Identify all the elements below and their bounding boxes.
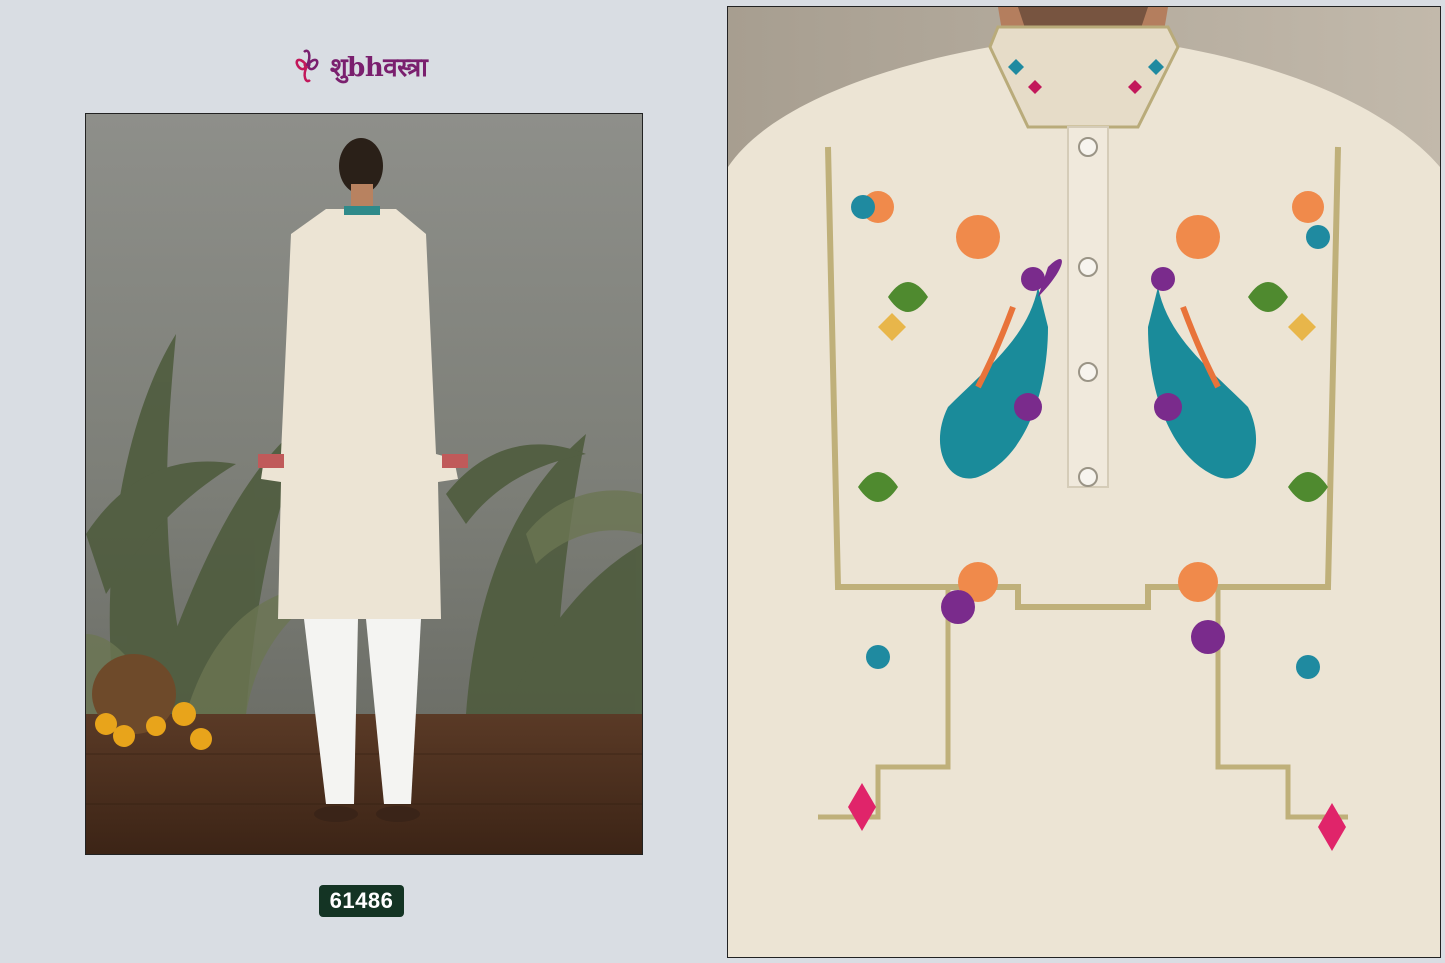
brand-logo: शुbhवस्त्रा [290,38,440,94]
brand-name: शुbhवस्त्रा [330,53,428,83]
model-back-view-photo [85,113,643,855]
design-code-badge: 61486 [319,885,404,917]
swirl-logo-icon [295,49,319,83]
embroidered-kurta-closeup-photo [727,6,1441,958]
